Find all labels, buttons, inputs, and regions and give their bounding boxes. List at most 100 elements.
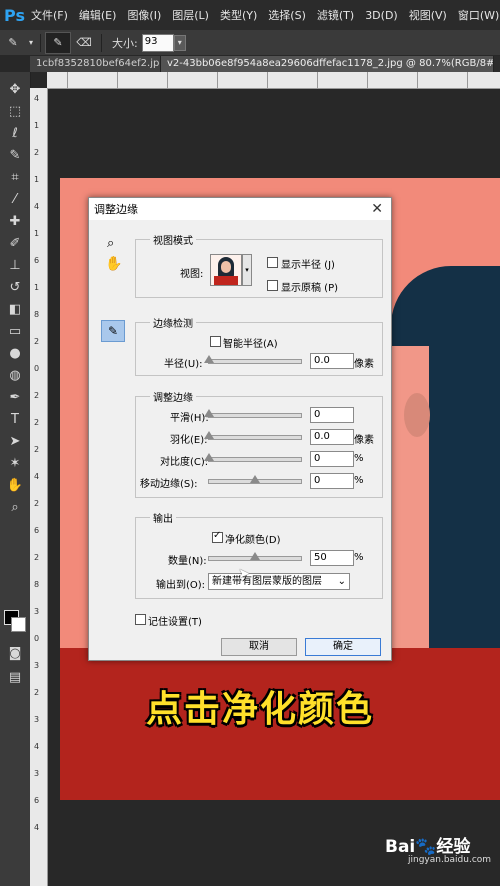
video-subtitle: 点击净化颜色 (145, 689, 374, 730)
slider-thumb[interactable] (204, 453, 214, 461)
quick-select-tool-icon[interactable]: ✎ (0, 144, 30, 166)
hand-icon[interactable]: ✋ (105, 256, 122, 272)
ruler-number: 3 (34, 661, 40, 670)
view-label: 视图: (180, 269, 204, 280)
ruler-number: 6 (34, 256, 40, 265)
baidu-url: jingyan.baidu.com (408, 855, 492, 865)
path-selection-tool-icon[interactable]: ➤ (0, 430, 30, 452)
eyedropper-tool-icon[interactable]: ⁄ (0, 188, 30, 210)
menu-layer[interactable]: 图层(L) (172, 7, 209, 23)
tab-document-2[interactable]: v2-43bb06e8f954a8ea29606dffefac1178_2.jp… (161, 56, 494, 72)
ruler-number: 2 (34, 391, 40, 400)
ruler-number: 4 (34, 94, 40, 103)
show-original-checkbox[interactable] (267, 280, 278, 291)
background-color-swatch[interactable] (11, 617, 26, 632)
edge-detection-title: 边缘检测 (150, 315, 196, 330)
smooth-slider[interactable] (204, 409, 302, 418)
gradient-tool-icon[interactable]: ▭ (0, 320, 30, 342)
ruler-number: 2 (34, 148, 40, 157)
shape-tool-icon[interactable]: ✶ (0, 452, 30, 474)
dodge-tool-icon[interactable]: ◍ (0, 364, 30, 386)
size-dropdown-icon[interactable]: ▾ (173, 34, 186, 51)
contrast-slider[interactable] (204, 453, 302, 462)
ruler-number: 2 (34, 553, 40, 562)
blur-tool-icon[interactable]: ● (0, 342, 30, 364)
contrast-unit: % (354, 453, 364, 464)
dialog-titlebar: 调整边缘 ✕ (89, 198, 391, 220)
feather-input[interactable]: 0.0 (310, 429, 354, 445)
feather-slider[interactable] (204, 431, 302, 440)
contrast-input[interactable]: 0 (310, 451, 354, 467)
quick-mask-icon[interactable]: ◙ (0, 642, 30, 664)
view-preview-thumbnail[interactable] (210, 254, 242, 286)
photoshop-logo: Ps (4, 5, 25, 25)
hand-tool-icon[interactable]: ✋ (0, 474, 30, 496)
slider-thumb[interactable] (250, 475, 260, 483)
ruler-top (47, 72, 500, 89)
ear-region (404, 393, 430, 437)
smart-radius-checkbox[interactable] (210, 336, 221, 347)
cancel-button[interactable]: 取消 (221, 638, 297, 656)
menu-edit[interactable]: 编辑(E) (79, 7, 117, 23)
toolbox: ✥ ⬚ ℓ ✎ ⌗ ⁄ ✚ ✐ ⊥ ↺ ◧ ▭ ● ◍ ✒ T ➤ ✶ ✋ ⌕ … (0, 72, 31, 886)
refine-radius-brush-icon[interactable]: ✎ (45, 31, 71, 54)
shift-edge-input[interactable]: 0 (310, 473, 354, 489)
smart-radius-label: 智能半径(A) (223, 339, 278, 350)
marquee-tool-icon[interactable]: ⬚ (0, 100, 30, 122)
view-dropdown-icon[interactable]: ▾ (242, 254, 252, 286)
ruler-number: 3 (34, 715, 40, 724)
menu-image[interactable]: 图像(I) (127, 7, 161, 23)
brush-tool-icon[interactable]: ✎ (0, 33, 26, 53)
show-radius-checkbox[interactable] (267, 257, 278, 268)
ok-button[interactable]: 确定 (305, 638, 381, 656)
show-original-label: 显示原稿 (P) (281, 283, 339, 294)
zoom-tool-icon[interactable]: ⌕ (0, 496, 30, 518)
healing-brush-tool-icon[interactable]: ✚ (0, 210, 30, 232)
menu-type[interactable]: 类型(Y) (220, 7, 257, 23)
slider-thumb[interactable] (204, 355, 214, 363)
decontaminate-colors-checkbox[interactable] (212, 530, 223, 543)
menu-3d[interactable]: 3D(D) (365, 9, 398, 22)
slider-thumb[interactable] (204, 409, 214, 417)
refine-radius-tool-icon[interactable]: ✎ (101, 320, 125, 342)
menu-window[interactable]: 窗口(W) (458, 7, 499, 23)
menu-bar: Ps 文件(F) 编辑(E) 图像(I) 图层(L) 类型(Y) 选择(S) 滤… (0, 0, 500, 30)
crop-tool-icon[interactable]: ⌗ (0, 166, 30, 188)
ruler-number: 2 (34, 337, 40, 346)
erase-refinements-icon[interactable]: ⌫ (71, 33, 97, 53)
menu-view[interactable]: 视图(V) (409, 7, 447, 23)
remember-settings-checkbox[interactable] (135, 614, 146, 625)
size-input[interactable]: 93 (141, 33, 174, 52)
dialog-title: 调整边缘 (94, 203, 138, 216)
type-tool-icon[interactable]: T (0, 408, 30, 430)
screen-mode-icon[interactable]: ▤ (0, 666, 30, 688)
history-brush-tool-icon[interactable]: ↺ (0, 276, 30, 298)
menu-filter[interactable]: 滤镜(T) (317, 7, 354, 23)
chevron-down-icon[interactable]: ▾ (26, 33, 36, 53)
slider-thumb[interactable] (204, 431, 214, 439)
ruler-number: 2 (34, 445, 40, 454)
menu-file[interactable]: 文件(F) (31, 7, 68, 23)
menu-select[interactable]: 选择(S) (268, 7, 306, 23)
ruler-number: 2 (34, 418, 40, 427)
feather-unit: 像素 (354, 435, 374, 446)
clone-stamp-tool-icon[interactable]: ⊥ (0, 254, 30, 276)
decontaminate-colors-label: 净化颜色(D) (225, 535, 281, 546)
smooth-input[interactable]: 0 (310, 407, 354, 423)
amount-input[interactable]: 50 (310, 550, 354, 566)
pen-tool-icon[interactable]: ✒ (0, 386, 30, 408)
amount-slider[interactable] (208, 552, 302, 561)
zoom-icon[interactable]: ⌕ (107, 236, 114, 251)
radius-input[interactable]: 0.0 (310, 353, 354, 369)
brush-tool-icon[interactable]: ✐ (0, 232, 30, 254)
tab-document-1[interactable]: 1cbf8352810bef64ef2.jpg (30, 56, 161, 72)
move-tool-icon[interactable]: ✥ (0, 78, 30, 100)
eraser-tool-icon[interactable]: ◧ (0, 298, 30, 320)
thumbnail-face (221, 261, 231, 273)
close-icon[interactable]: ✕ (371, 201, 383, 217)
slider-thumb[interactable] (250, 552, 260, 560)
radius-slider[interactable] (204, 355, 302, 364)
output-to-select[interactable]: 新建带有图层蒙版的图层 ⌄ (208, 573, 350, 590)
lasso-tool-icon[interactable]: ℓ (0, 122, 30, 144)
shift-edge-slider[interactable] (208, 475, 302, 484)
